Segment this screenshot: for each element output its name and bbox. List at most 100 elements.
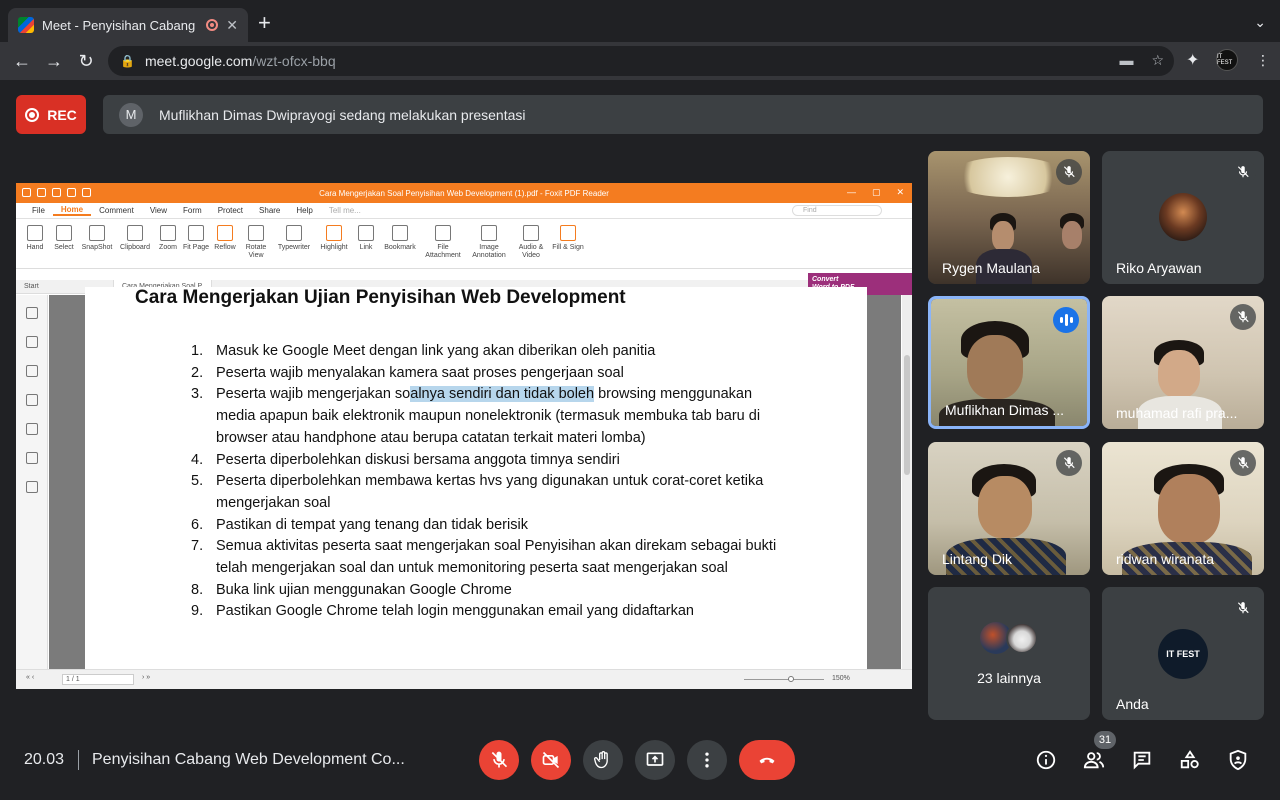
camera-blocked-icon[interactable]: ▬ <box>1119 52 1133 69</box>
hang-up-icon <box>759 757 775 764</box>
presenting-message: Muflikhan Dimas Dwiprayogi sedang melaku… <box>159 106 526 123</box>
participant-name: Lintang Dik <box>942 551 1013 567</box>
foxit-titlebar: Cara Mengerjakan Soal Penyisihan Web Dev… <box>16 183 912 203</box>
layers-panel-icon <box>25 394 38 406</box>
select-icon <box>56 225 72 241</box>
tab-close-icon[interactable]: ✕ <box>226 17 238 34</box>
close-icon: ✕ <box>896 187 904 197</box>
rotate-icon <box>248 225 264 241</box>
tab-search-chevron-icon[interactable]: ⌄ <box>1254 14 1266 31</box>
activities-icon <box>1180 750 1199 769</box>
meet-favicon-icon <box>18 17 34 33</box>
audio-video-icon <box>523 225 539 241</box>
list-item: 5. Peserta diperbolehkan membawa kertas h… <box>191 473 764 511</box>
menu-form: Form <box>183 206 202 215</box>
participant-tile-active-speaker[interactable]: Muflikhan Dimas ... <box>928 296 1090 429</box>
tab-title: Meet - Penyisihan Cabang <box>42 17 196 33</box>
activities-button[interactable] <box>1179 749 1201 771</box>
meeting-clock: 20.03 <box>24 751 65 768</box>
participant-name: Anda <box>1116 696 1149 712</box>
participant-tile[interactable]: Riko Aryawan <box>1102 151 1264 284</box>
mic-toggle-button[interactable] <box>479 740 519 780</box>
text-selection-highlight: alnya sendiri dan tidak boleh <box>410 386 595 403</box>
lock-icon[interactable]: 🔒 <box>120 54 135 68</box>
participant-name: Muflikhan Dimas ... <box>945 402 1065 418</box>
url-path: /wzt-ofcx-bbq <box>252 53 336 69</box>
menu-protect: Protect <box>217 206 244 215</box>
rec-label: REC <box>47 106 77 123</box>
foxit-menubar: File Home Comment View Form Protect Shar… <box>16 203 912 219</box>
reload-icon[interactable]: ↻ <box>70 51 102 72</box>
record-icon <box>25 107 40 122</box>
url-text: meet.google.com/wzt-ofcx-bbq <box>145 53 336 69</box>
raise-hand-button[interactable] <box>583 740 623 780</box>
participant-name: Riko Aryawan <box>1116 260 1202 276</box>
participant-count-badge: 31 <box>1094 731 1116 749</box>
participant-name: ridwan wiranata <box>1116 551 1215 567</box>
menu-home: Home <box>52 205 92 216</box>
participant-tile-self[interactable]: IT FEST Anda <box>1102 587 1264 720</box>
address-bar[interactable]: 🔒 meet.google.com/wzt-ofcx-bbq ▬ ☆ <box>108 46 1174 76</box>
foxit-logo-icon <box>22 188 31 197</box>
mic-off-icon <box>1230 304 1256 330</box>
chat-icon <box>1133 751 1151 770</box>
divider <box>78 750 79 770</box>
recording-button[interactable]: REC <box>16 95 86 134</box>
menu-share: Share <box>259 206 281 215</box>
mic-off-icon <box>1230 595 1256 621</box>
ribbon-hand: Hand <box>20 225 50 252</box>
browser-toolbar: ← → ↻ 🔒 meet.google.com/wzt-ofcx-bbq ▬ ☆… <box>0 42 1280 80</box>
camera-toggle-button[interactable] <box>531 740 571 780</box>
clipboard-icon <box>127 225 143 241</box>
meeting-title: Penyisihan Cabang Web Development Co... <box>92 751 405 768</box>
typewriter-icon <box>286 225 302 241</box>
document-scrollbar <box>902 295 912 669</box>
maximize-icon: ▢ <box>871 187 881 197</box>
document-heading: Cara Mengerjakan Ujian Penyisihan Web De… <box>135 287 626 308</box>
participant-tile[interactable]: muhamad rafi pra... <box>1102 296 1264 429</box>
attachments-panel-icon <box>25 423 38 435</box>
browser-tab[interactable]: Meet - Penyisihan Cabang ✕ <box>8 8 248 42</box>
save-icon <box>52 188 61 197</box>
participant-tile[interactable]: Rygen Maulana <box>928 151 1090 284</box>
ribbon-clipboard: Clipboard <box>116 225 154 252</box>
chat-button[interactable] <box>1131 749 1153 771</box>
signature-panel-icon <box>25 481 38 493</box>
pages-panel-icon <box>25 336 38 348</box>
menu-comment: Comment <box>99 206 134 215</box>
participant-tile[interactable]: ridwan wiranata <box>1102 442 1264 575</box>
forward-icon[interactable]: → <box>38 51 70 72</box>
zoom-icon <box>160 225 176 241</box>
presenter-avatar: M <box>119 102 143 127</box>
participant-tile[interactable]: Lintang Dik <box>928 442 1090 575</box>
menu-view: View <box>149 206 168 215</box>
list-item: 7. Semua aktivitas peserta saat mengerjak… <box>191 538 777 577</box>
list-item: 6. Pastikan di tempat yang tenang dan tid… <box>191 516 528 533</box>
star-icon[interactable]: ☆ <box>1151 52 1164 69</box>
new-tab-button[interactable]: + <box>258 12 271 34</box>
meeting-details-button[interactable] <box>1035 749 1057 771</box>
speaking-indicator-icon <box>1053 307 1079 333</box>
bookmark-icon <box>392 225 408 241</box>
participant-tile-others[interactable]: 23 lainnya <box>928 587 1090 720</box>
ribbon-zoom: Zoom <box>154 225 182 252</box>
undo-icon <box>82 188 91 197</box>
list-item: 4. Peserta diperbolehkan diskusi bersama … <box>191 451 620 468</box>
back-icon[interactable]: ← <box>6 51 38 72</box>
ribbon-link: Link <box>352 225 380 252</box>
extensions-icon[interactable]: ✦ <box>1186 50 1199 70</box>
profile-avatar[interactable]: IT FEST <box>1216 49 1238 71</box>
zoom-level: 150% <box>832 675 850 682</box>
present-now-button[interactable] <box>635 740 675 780</box>
more-options-button[interactable] <box>687 740 727 780</box>
recording-indicator-icon <box>206 19 219 31</box>
browser-menu-icon[interactable]: ⋮ <box>1256 52 1270 69</box>
menu-help: Help <box>296 206 313 215</box>
participant-avatar <box>1159 193 1207 241</box>
host-controls-button[interactable] <box>1227 749 1249 771</box>
participants-button[interactable] <box>1083 749 1105 771</box>
ribbon-bookmark: Bookmark <box>380 225 420 252</box>
leave-call-button[interactable] <box>739 740 795 780</box>
people-icon <box>1083 752 1105 769</box>
participant-avatar <box>1006 622 1038 654</box>
